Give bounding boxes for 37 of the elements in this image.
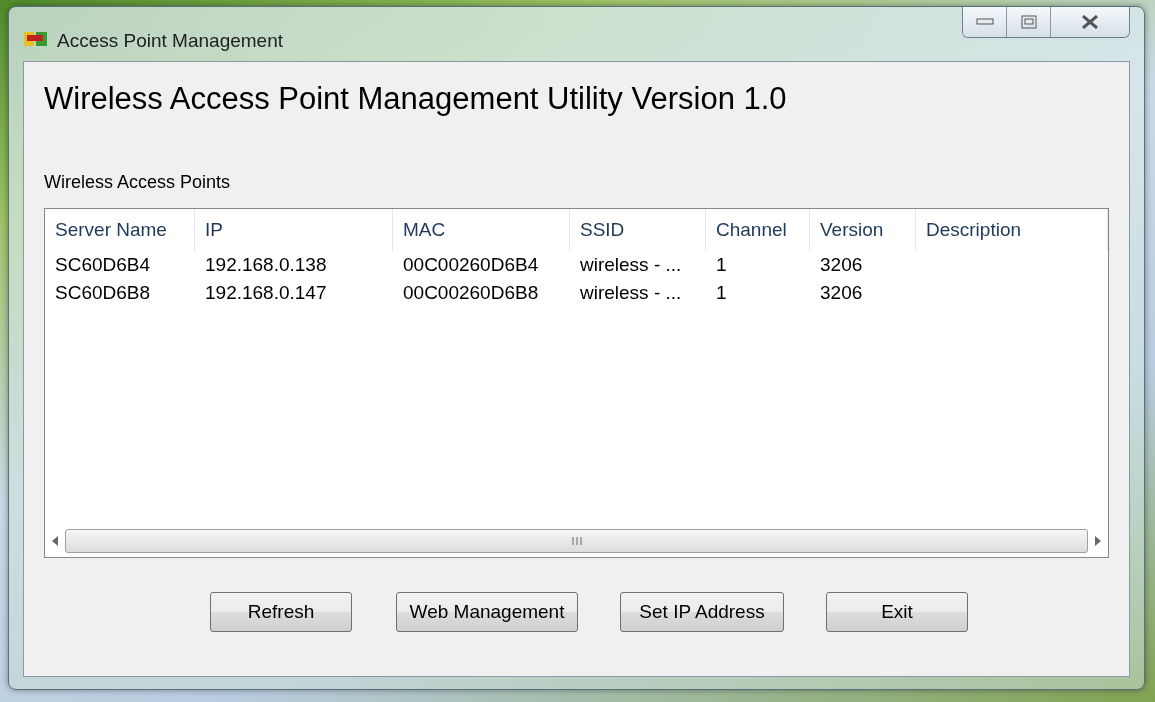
table-cell-text: wireless - ... xyxy=(579,252,683,277)
column-header[interactable]: Server Name xyxy=(45,209,195,252)
table-cell-text: 3206 xyxy=(819,280,864,305)
table-cell-text: SC60D6B8 xyxy=(54,280,152,305)
column-header[interactable]: Description xyxy=(916,209,1108,252)
minimize-button[interactable] xyxy=(963,7,1007,37)
table-cell-text: 192.168.0.138 xyxy=(204,252,328,277)
column-header[interactable]: MAC xyxy=(393,209,570,252)
table-cell-text: SC60D6B4 xyxy=(54,252,152,277)
dialog-button[interactable]: Web Management xyxy=(396,592,578,633)
column-header[interactable]: Channel xyxy=(706,209,810,252)
app-heading: Wireless Access Point Management Utility Version 1.0 xyxy=(44,80,788,118)
scroll-right-icon[interactable] xyxy=(1094,536,1102,547)
scrollbar-thumb[interactable] xyxy=(65,529,1088,554)
grip-icon xyxy=(570,536,583,547)
minimize-icon xyxy=(975,18,994,26)
table-cell-text: 1 xyxy=(715,252,728,277)
column-header[interactable]: IP xyxy=(195,209,393,252)
maximize-icon xyxy=(1020,15,1037,29)
column-header[interactable]: Version xyxy=(810,209,916,252)
dialog-button[interactable]: Refresh xyxy=(210,592,352,633)
column-header[interactable]: SSID xyxy=(570,209,706,252)
scroll-left-icon[interactable] xyxy=(51,536,59,547)
close-icon xyxy=(1081,15,1099,29)
maximize-button[interactable] xyxy=(1007,7,1051,37)
window-title: Access Point Management xyxy=(57,29,283,53)
app-icon xyxy=(23,29,49,49)
table-cell-text: 3206 xyxy=(819,252,864,277)
table-cell-text: 00C00260D6B8 xyxy=(402,280,540,305)
close-button[interactable] xyxy=(1051,7,1129,37)
table-cell-text: 192.168.0.147 xyxy=(204,280,328,305)
table-cell-text: 1 xyxy=(715,280,728,305)
list-label: Wireless Access Points xyxy=(44,171,232,195)
table-cell-text: 00C00260D6B4 xyxy=(402,252,540,277)
dialog-button[interactable]: Set IP Address xyxy=(620,592,784,633)
table-cell-text: wireless - ... xyxy=(579,280,683,305)
dialog-button[interactable]: Exit xyxy=(826,592,968,633)
